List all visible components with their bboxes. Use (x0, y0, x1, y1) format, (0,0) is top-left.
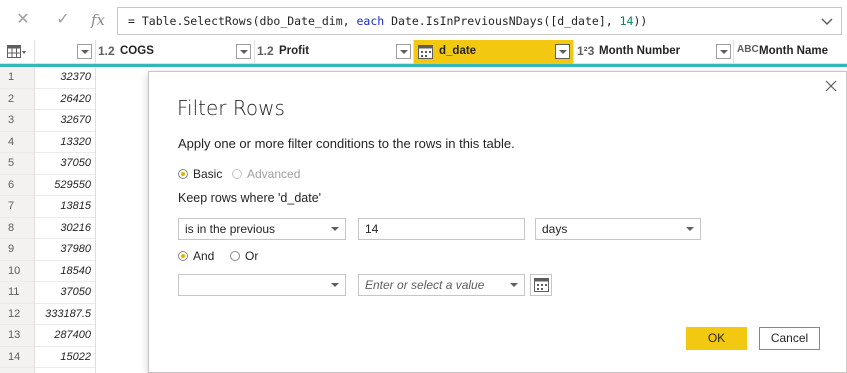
radio-label: Advanced (247, 167, 301, 181)
table-cell[interactable]: 30216 (35, 218, 95, 239)
column-header-previous[interactable] (35, 40, 96, 64)
radio-label: And (193, 249, 215, 263)
value-combobox-2[interactable]: Enter or select a value (358, 274, 525, 296)
row-number[interactable]: 9 (0, 239, 34, 261)
basic-radio[interactable]: Basic (178, 167, 222, 181)
row-number[interactable]: 1 (0, 67, 34, 89)
data-column: 32370 26420 32670 13320 37050 529550 13815 3021… (35, 67, 96, 373)
unit-value: days (542, 222, 568, 236)
operator-dropdown-2[interactable] (178, 274, 346, 296)
table-menu-button[interactable] (0, 40, 35, 64)
table-cell[interactable]: 37980 (35, 239, 95, 261)
table-cell[interactable]: 37050 (35, 282, 95, 304)
radio-selected-icon (178, 169, 188, 179)
table-cell[interactable]: 287400 (35, 325, 95, 347)
column-header-month-name[interactable]: ABC Month Name (734, 40, 847, 64)
advanced-radio[interactable]: Advanced (232, 167, 300, 181)
column-name: Month Name (759, 45, 828, 57)
table-cell[interactable]: 37050 (35, 153, 95, 175)
formula-input[interactable]: = Table.SelectRows(dbo_Date_dim, each Da… (117, 7, 842, 35)
column-header-row: 1.2 COGS 1.2 Profit d_date 1²3 Month Num… (0, 40, 847, 64)
table-cell[interactable]: 13320 (35, 132, 95, 153)
whole-number-type-icon[interactable]: 1²3 (577, 44, 594, 58)
or-radio[interactable]: Or (230, 249, 258, 263)
value-placeholder: Enter or select a value (365, 278, 485, 292)
row-number-column: 123456789101112131415 (0, 67, 35, 373)
row-number[interactable]: 5 (0, 153, 34, 175)
table-cell[interactable]: 15022 (35, 347, 95, 368)
column-quality-bar (0, 64, 847, 67)
row-number[interactable]: 15 (0, 368, 34, 373)
commit-formula-icon[interactable]: ✓ (53, 10, 73, 30)
and-radio[interactable]: And (178, 249, 214, 263)
value-input[interactable]: 14 (358, 218, 525, 240)
cancel-button[interactable]: Cancel (759, 327, 820, 350)
chevron-down-icon (686, 227, 694, 231)
row-number[interactable]: 6 (0, 175, 34, 196)
keep-rows-label: Keep rows where 'd_date' (178, 191, 322, 205)
chevron-down-icon (510, 283, 518, 287)
column-header-d-date[interactable]: d_date (414, 40, 574, 64)
decimal-type-icon[interactable]: 1.2 (257, 44, 274, 58)
formula-text: = Table.SelectRows(dbo_Date_dim, each Da… (128, 14, 648, 28)
column-name: Profit (279, 45, 310, 57)
column-filter-button[interactable] (236, 44, 251, 59)
column-header-cogs[interactable]: 1.2 COGS (96, 40, 255, 64)
table-cell[interactable]: 26420 (35, 89, 95, 110)
date-picker-button[interactable] (530, 274, 552, 296)
operator-value: is in the previous (185, 222, 276, 236)
operator-dropdown[interactable]: is in the previous (178, 218, 346, 240)
unit-dropdown[interactable]: days (535, 218, 701, 240)
table-cell[interactable]: 32370 (35, 67, 95, 89)
row-number[interactable]: 12 (0, 304, 34, 325)
table-cell[interactable]: 32670 (35, 110, 95, 132)
radio-empty-icon (230, 251, 240, 261)
expand-formula-icon[interactable] (819, 13, 835, 29)
column-filter-button[interactable] (716, 44, 731, 59)
column-header-month-number[interactable]: 1²3 Month Number (574, 40, 734, 64)
decimal-type-icon[interactable]: 1.2 (98, 44, 115, 58)
column-name: COGS (120, 45, 154, 57)
column-filter-button[interactable] (396, 44, 411, 59)
table-cell[interactable]: 529550 (35, 175, 95, 196)
column-name: Month Number (599, 45, 681, 57)
calendar-type-icon[interactable] (418, 45, 433, 59)
table-cell[interactable]: 13815 (35, 196, 95, 218)
filter-rows-dialog: Filter Rows Apply one or more filter con… (148, 71, 847, 373)
row-number[interactable]: 11 (0, 282, 34, 304)
row-number[interactable]: 4 (0, 132, 34, 153)
column-header-profit[interactable]: 1.2 Profit (255, 40, 414, 64)
table-icon (7, 45, 26, 58)
close-icon[interactable] (824, 79, 838, 93)
chevron-down-icon (331, 283, 339, 287)
dialog-title: Filter Rows (177, 96, 285, 120)
table-cell[interactable]: 333187.5 (35, 304, 95, 325)
radio-label: Basic (193, 167, 223, 181)
row-number[interactable]: 10 (0, 261, 34, 282)
value-text: 14 (365, 222, 379, 236)
dialog-description: Apply one or more filter conditions to t… (178, 136, 515, 151)
column-name: d_date (439, 45, 477, 57)
row-number[interactable]: 2 (0, 89, 34, 110)
row-number[interactable]: 8 (0, 218, 34, 239)
row-number[interactable]: 14 (0, 347, 34, 368)
fx-icon[interactable]: fx (88, 10, 108, 30)
text-type-icon[interactable]: ABC (737, 44, 759, 55)
table-cell[interactable]: 43125 (35, 368, 95, 373)
row-number[interactable]: 7 (0, 196, 34, 218)
column-filter-button[interactable] (77, 44, 92, 59)
formula-bar: ✕ ✓ fx = Table.SelectRows(dbo_Date_dim, … (0, 0, 847, 41)
cancel-formula-icon[interactable]: ✕ (13, 10, 33, 30)
calendar-icon (534, 278, 549, 292)
chevron-down-icon (331, 227, 339, 231)
table-cell[interactable]: 18540 (35, 261, 95, 282)
row-number[interactable]: 13 (0, 325, 34, 347)
column-filter-button[interactable] (555, 44, 570, 59)
ok-button[interactable]: OK (686, 327, 747, 350)
radio-label: Or (245, 249, 259, 263)
radio-selected-icon (178, 251, 188, 261)
radio-empty-icon (232, 169, 242, 179)
row-number[interactable]: 3 (0, 110, 34, 132)
